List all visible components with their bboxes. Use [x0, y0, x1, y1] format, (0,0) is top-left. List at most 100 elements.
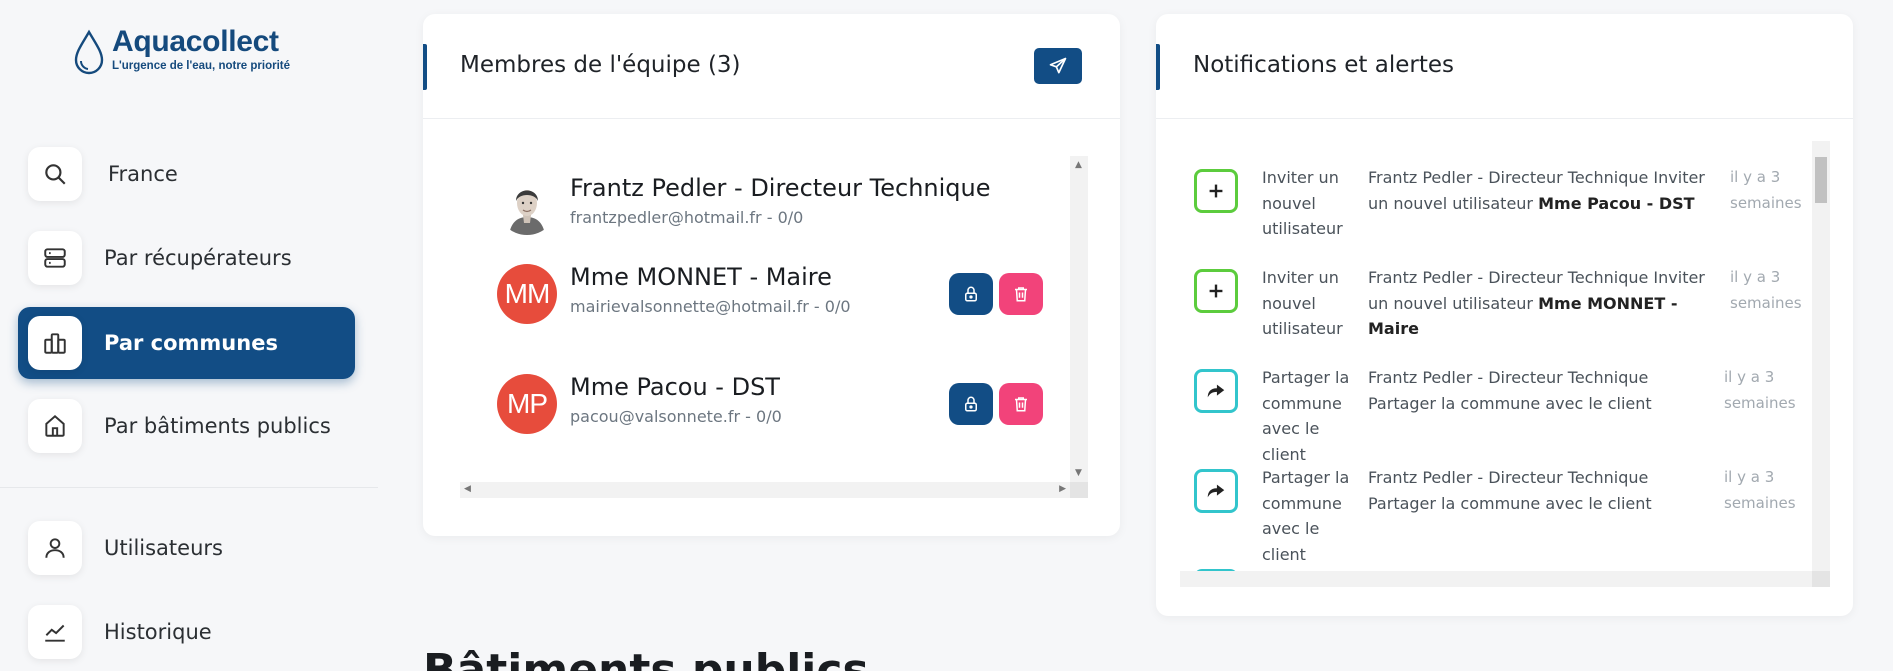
buildings-icon	[28, 316, 82, 370]
notification-scroll-area: Inviter un nouvel utilisateur Frantz Ped…	[1180, 141, 1812, 571]
notification-type: Inviter un nouvel utilisateur	[1262, 168, 1343, 238]
member-list[interactable]: Frantz Pedler - Directeur Technique fran…	[460, 156, 1088, 498]
card-title: Notifications et alertes	[1193, 52, 1454, 78]
notification-list[interactable]: Inviter un nouvel utilisateur Frantz Ped…	[1180, 141, 1830, 587]
member-details: mairievalsonnette@hotmail.fr - 0/0	[570, 297, 851, 316]
member-score: 0/0	[824, 297, 851, 316]
brand-name: Aquacollect	[112, 25, 279, 58]
sidebar-item-batiments[interactable]: Par bâtiments publics	[18, 390, 355, 462]
card-header: Membres de l'équipe (3)	[423, 14, 1120, 119]
member-scroll-area: Frantz Pedler - Directeur Technique fran…	[460, 156, 1070, 482]
notification-text: Frantz Pedler - Directeur Technique Part…	[1368, 468, 1652, 513]
sidebar-item-label: Utilisateurs	[104, 536, 223, 560]
brand-logo[interactable]: Aquacollect L'urgence de l'eau, notre pr…	[72, 24, 290, 78]
sidebar-item-label: Par récupérateurs	[104, 246, 292, 270]
notification-message: Frantz Pedler - Directeur Technique Invi…	[1368, 165, 1708, 216]
avatar	[497, 175, 557, 235]
notification-type: Inviter un nouvel utilisateur	[1262, 268, 1343, 338]
notification-time: il y a 3 semaines	[1730, 268, 1802, 312]
sidebar-item-france[interactable]: France	[18, 138, 355, 210]
home-icon	[28, 399, 82, 453]
sidebar-item-label: France	[108, 162, 178, 186]
card-accent	[423, 44, 427, 90]
sidebar: Aquacollect L'urgence de l'eau, notre pr…	[0, 0, 378, 671]
permissions-button[interactable]	[949, 273, 993, 315]
notification-item[interactable]: Inviter un nouvel utilisateur Frantz Ped…	[1180, 241, 1812, 341]
delete-member-button[interactable]	[999, 273, 1043, 315]
member-name: Mme Pacou - DST	[570, 373, 780, 401]
scrollbar-thumb[interactable]	[1815, 157, 1827, 203]
notification-time: il y a 3 semaines	[1730, 168, 1802, 212]
plus-icon	[1194, 169, 1238, 213]
sidebar-item-historique[interactable]: Historique	[18, 596, 355, 668]
permissions-button[interactable]	[949, 383, 993, 425]
notification-item[interactable]: Inviter un nouvel utilisateur Frantz Ped…	[1180, 141, 1812, 241]
scroll-left-icon[interactable]: ◀	[464, 484, 471, 494]
member-details: frantzpedler@hotmail.fr - 0/0	[570, 208, 804, 227]
notification-message: Frantz Pedler - Directeur Technique Part…	[1368, 365, 1708, 416]
sidebar-item-label: Par bâtiments publics	[104, 414, 331, 438]
chart-line-icon	[28, 605, 82, 659]
sidebar-item-recuperateurs[interactable]: Par récupérateurs	[18, 222, 355, 294]
vertical-scrollbar[interactable]	[1812, 141, 1830, 571]
notification-message: Frantz Pedler - Directeur Technique Invi…	[1368, 265, 1708, 342]
send-icon	[1049, 57, 1067, 74]
vertical-scrollbar[interactable]: ▲ ▼	[1070, 156, 1088, 482]
send-invite-button[interactable]	[1034, 48, 1082, 84]
member-actions	[949, 273, 1043, 315]
horizontal-scrollbar[interactable]	[1180, 571, 1830, 587]
list-item: MP Mme Pacou - DST pacou@valsonnete.fr -…	[460, 363, 1060, 443]
notification-item[interactable]: Partager la commune avec le client Frant…	[1180, 341, 1812, 464]
list-item: MM Mme MONNET - Maire mairievalsonnette@…	[460, 253, 1060, 333]
member-score: 0/0	[756, 407, 782, 426]
member-score: 0/0	[777, 208, 804, 227]
scrollbar-corner	[1070, 482, 1088, 498]
card-header: Notifications et alertes	[1156, 14, 1853, 119]
scroll-down-icon[interactable]: ▼	[1075, 468, 1082, 478]
scrollbar-corner	[1812, 571, 1830, 587]
card-title: Membres de l'équipe (3)	[460, 52, 741, 78]
member-details: pacou@valsonnete.fr - 0/0	[570, 407, 782, 426]
trash-icon	[1015, 397, 1027, 412]
sidebar-item-label: Historique	[104, 620, 212, 644]
member-name: Mme MONNET - Maire	[570, 263, 832, 291]
notification-message: Frantz Pedler - Directeur Technique Part…	[1368, 465, 1708, 516]
team-members-card: Membres de l'équipe (3) Frantz Pedler - …	[423, 14, 1120, 536]
sidebar-item-label: Par communes	[104, 331, 278, 355]
scroll-up-icon[interactable]: ▲	[1075, 160, 1082, 170]
avatar: MM	[497, 264, 557, 324]
brand-tagline: L'urgence de l'eau, notre priorité	[112, 60, 291, 72]
share-icon	[1194, 369, 1238, 413]
notifications-card: Notifications et alertes Inviter un nouv…	[1156, 14, 1853, 616]
sidebar-item-utilisateurs[interactable]: Utilisateurs	[18, 512, 355, 584]
search-icon	[28, 147, 82, 201]
notification-time: il y a 3 semaines	[1724, 368, 1796, 412]
lock-icon	[965, 396, 977, 412]
list-item: Frantz Pedler - Directeur Technique fran…	[460, 164, 1060, 244]
member-email: frantzpedler@hotmail.fr	[570, 208, 762, 227]
member-actions	[949, 383, 1043, 425]
scroll-right-icon[interactable]: ▶	[1059, 484, 1066, 494]
horizontal-scrollbar[interactable]: ◀ ▶	[460, 482, 1088, 498]
trash-icon	[1015, 287, 1027, 302]
sidebar-divider	[0, 487, 378, 488]
water-drop-icon	[74, 29, 104, 75]
notification-item[interactable]: Partager la commune avec le client Frant…	[1180, 441, 1812, 564]
share-icon	[1194, 469, 1238, 513]
notification-target: Mme Pacou - DST	[1538, 193, 1695, 213]
avatar-photo-icon	[497, 175, 557, 235]
member-name: Frantz Pedler - Directeur Technique	[570, 174, 991, 202]
member-email: pacou@valsonnete.fr	[570, 407, 741, 426]
card-accent	[1156, 44, 1160, 90]
lock-icon	[965, 286, 977, 302]
section-title: Bâtiments publics	[423, 645, 869, 671]
notification-item[interactable]	[1180, 541, 1812, 571]
user-icon	[28, 521, 82, 575]
notification-time: il y a 3 semaines	[1724, 468, 1796, 512]
member-email: mairievalsonnette@hotmail.fr	[570, 297, 809, 316]
delete-member-button[interactable]	[999, 383, 1043, 425]
sidebar-item-communes[interactable]: Par communes	[18, 307, 355, 379]
plus-icon	[1194, 269, 1238, 313]
avatar: MP	[497, 374, 557, 434]
notification-text: Frantz Pedler - Directeur Technique Part…	[1368, 368, 1652, 413]
